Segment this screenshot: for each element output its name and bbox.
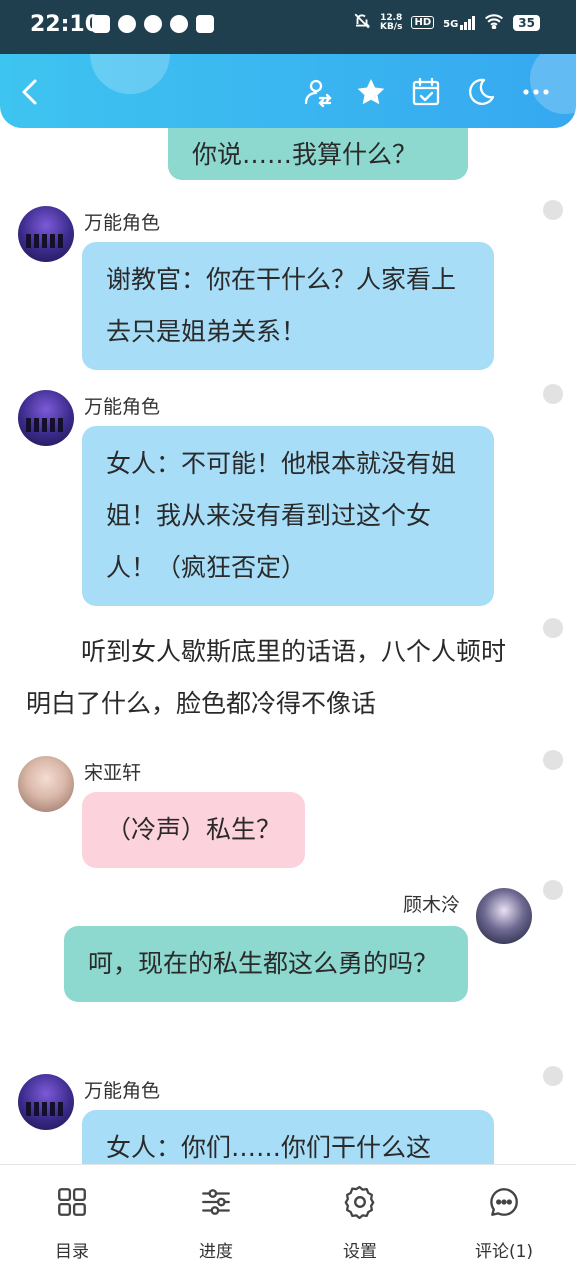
narration-text: 听到女人歇斯底里的话语，八个人顿时明白了什么，脸色都冷得不像话 [26, 637, 507, 718]
avatar[interactable] [476, 888, 532, 944]
sender-name: 宋亚轩 [84, 762, 142, 784]
comment-dot[interactable] [543, 200, 563, 220]
mute-icon [353, 12, 371, 33]
qq-icon [144, 15, 162, 33]
status-right: 12.8 KB/s HD 5G 35 [353, 12, 540, 33]
nav-settings[interactable]: 设置 [288, 1165, 432, 1280]
nav-label: 目录 [55, 1242, 89, 1262]
nav-label: 设置 [343, 1242, 377, 1262]
comment-dot[interactable] [543, 618, 563, 638]
notification-icons [92, 15, 214, 33]
switch-role-icon[interactable] [302, 76, 334, 108]
grid-icon [55, 1185, 89, 1223]
battery-indicator: 35 [513, 14, 540, 31]
network-speed: 12.8 KB/s [379, 12, 403, 32]
weibo-icon [170, 15, 188, 33]
signal-icon: 5G [443, 15, 476, 30]
status-bar: 22:10 12.8 KB/s HD 5G 35 [0, 0, 576, 54]
avatar[interactable] [18, 206, 74, 262]
sliders-icon [199, 1185, 233, 1223]
chat-bubble: 女人：你们……你们干什么这 [82, 1110, 494, 1164]
nav-label: 评论(1) [474, 1242, 534, 1262]
k-app-icon [92, 15, 110, 33]
nav-progress[interactable]: 进度 [144, 1165, 288, 1280]
comment-dot[interactable] [543, 880, 563, 900]
chat-bubble: 呵，现在的私生都这么勇的吗？ [64, 926, 468, 1002]
calendar-check-icon[interactable] [410, 76, 442, 108]
avatar[interactable] [18, 390, 74, 446]
gear-icon [343, 1185, 377, 1223]
nav-label: 进度 [199, 1242, 233, 1262]
nav-comments[interactable]: 评论(1) [432, 1165, 576, 1280]
bottom-nav: 目录 进度 设置 评论(1) [0, 1164, 576, 1280]
star-icon[interactable] [355, 76, 387, 108]
comment-icon [487, 1185, 521, 1223]
decor-bubble [90, 54, 170, 94]
avatar[interactable] [18, 756, 74, 812]
avatar[interactable] [18, 1074, 74, 1130]
weibo-icon [118, 15, 136, 33]
comment-dot[interactable] [543, 750, 563, 770]
night-mode-icon[interactable] [464, 76, 496, 108]
status-time: 22:10 [30, 12, 101, 37]
comment-dot[interactable] [543, 1066, 563, 1086]
sender-name: 万能角色 [84, 1080, 161, 1102]
sender-name: 万能角色 [84, 396, 161, 418]
chat-bubble: 女人：不可能！他根本就没有姐姐！我从来没有看到过这个女人！（疯狂否定） [82, 426, 494, 606]
reader-header [0, 54, 576, 128]
chat-content[interactable]: 你说……我算什么？ 万能角色 谢教官：你在干什么？人家看上去只是姐弟关系！ 万能… [0, 128, 576, 1164]
comment-dot[interactable] [543, 384, 563, 404]
sender-name: 万能角色 [84, 212, 161, 234]
back-icon[interactable] [14, 76, 46, 108]
app-icon [196, 15, 214, 33]
chat-bubble: 你说……我算什么？ [168, 128, 468, 180]
nav-catalog[interactable]: 目录 [0, 1165, 144, 1280]
wifi-icon [484, 13, 504, 32]
more-icon[interactable] [520, 76, 552, 108]
chat-bubble: （冷声）私生？ [82, 792, 306, 868]
hd-badge: HD [411, 16, 435, 29]
chat-bubble: 谢教官：你在干什么？人家看上去只是姐弟关系！ [82, 242, 494, 370]
sender-name: 顾木泠 [403, 894, 461, 916]
